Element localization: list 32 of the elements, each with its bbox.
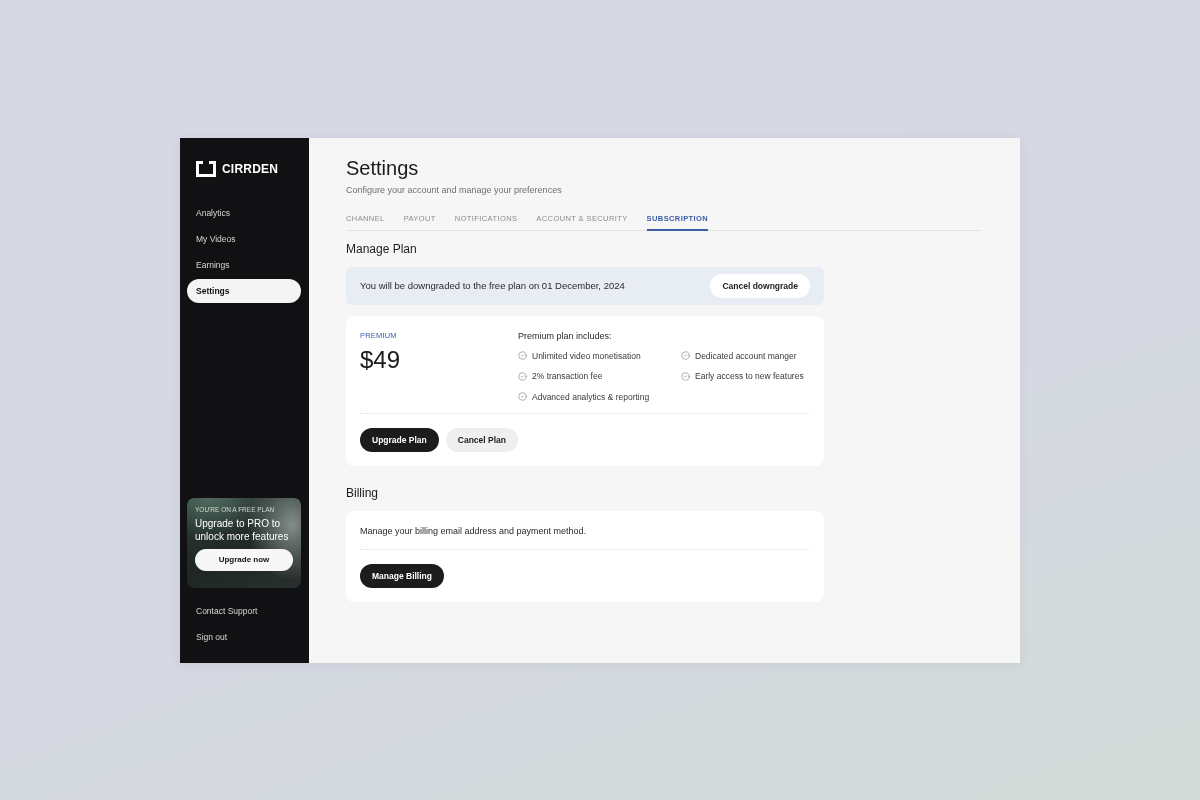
section-heading: Billing bbox=[346, 484, 379, 501]
notice-text: You will be downgraded to the free plan on 01 December, 2024 bbox=[360, 280, 625, 291]
plan-button[interactable]: Upgrade Plan bbox=[360, 427, 439, 452]
cancel-downgrade-button[interactable]: Cancel downgrade bbox=[710, 273, 810, 298]
footer-link[interactable]: Contact Support bbox=[187, 598, 301, 623]
manage-billing-button[interactable]: Manage Billing bbox=[360, 563, 444, 588]
plan-price: $49 bbox=[360, 345, 401, 374]
check-circle-icon bbox=[518, 371, 527, 381]
check-circle-icon bbox=[681, 371, 690, 381]
feature-text: Early access to new features bbox=[695, 371, 804, 381]
promo-title: Upgrade to PRO to unlock more features bbox=[195, 516, 290, 543]
nav-item[interactable]: Analytics bbox=[187, 200, 301, 225]
logo-icon bbox=[196, 160, 216, 177]
feature-text: Unlimited video monetisation bbox=[532, 350, 641, 361]
feature-text: 2% transaction fee bbox=[532, 371, 603, 381]
feature-text: Dedicated account manger bbox=[695, 350, 797, 361]
check-circle-icon bbox=[518, 392, 527, 401]
nav-item[interactable]: Settings bbox=[187, 278, 301, 303]
upgrade-now-button[interactable]: Upgrade now bbox=[195, 548, 293, 571]
includes-title: Premium plan includes: bbox=[518, 329, 612, 342]
nav-item[interactable]: My Videos bbox=[187, 226, 301, 251]
page-title: Settings bbox=[346, 155, 420, 180]
billing-description: Manage your billing email address and payment method. bbox=[360, 524, 588, 537]
nav-item[interactable]: Earnings bbox=[187, 252, 301, 277]
check-circle-icon bbox=[681, 351, 690, 360]
logo-text: CIRRDEN bbox=[222, 161, 279, 176]
page-subtitle: Configure your account and manage your preferences bbox=[346, 183, 563, 196]
section-heading: Manage Plan bbox=[346, 240, 418, 257]
footer-link[interactable]: Sign out bbox=[187, 624, 301, 649]
feature-text: Advanced analytics & reporting bbox=[532, 391, 650, 402]
check-circle-icon bbox=[518, 351, 527, 360]
plan-button[interactable]: Cancel Plan bbox=[445, 427, 518, 452]
